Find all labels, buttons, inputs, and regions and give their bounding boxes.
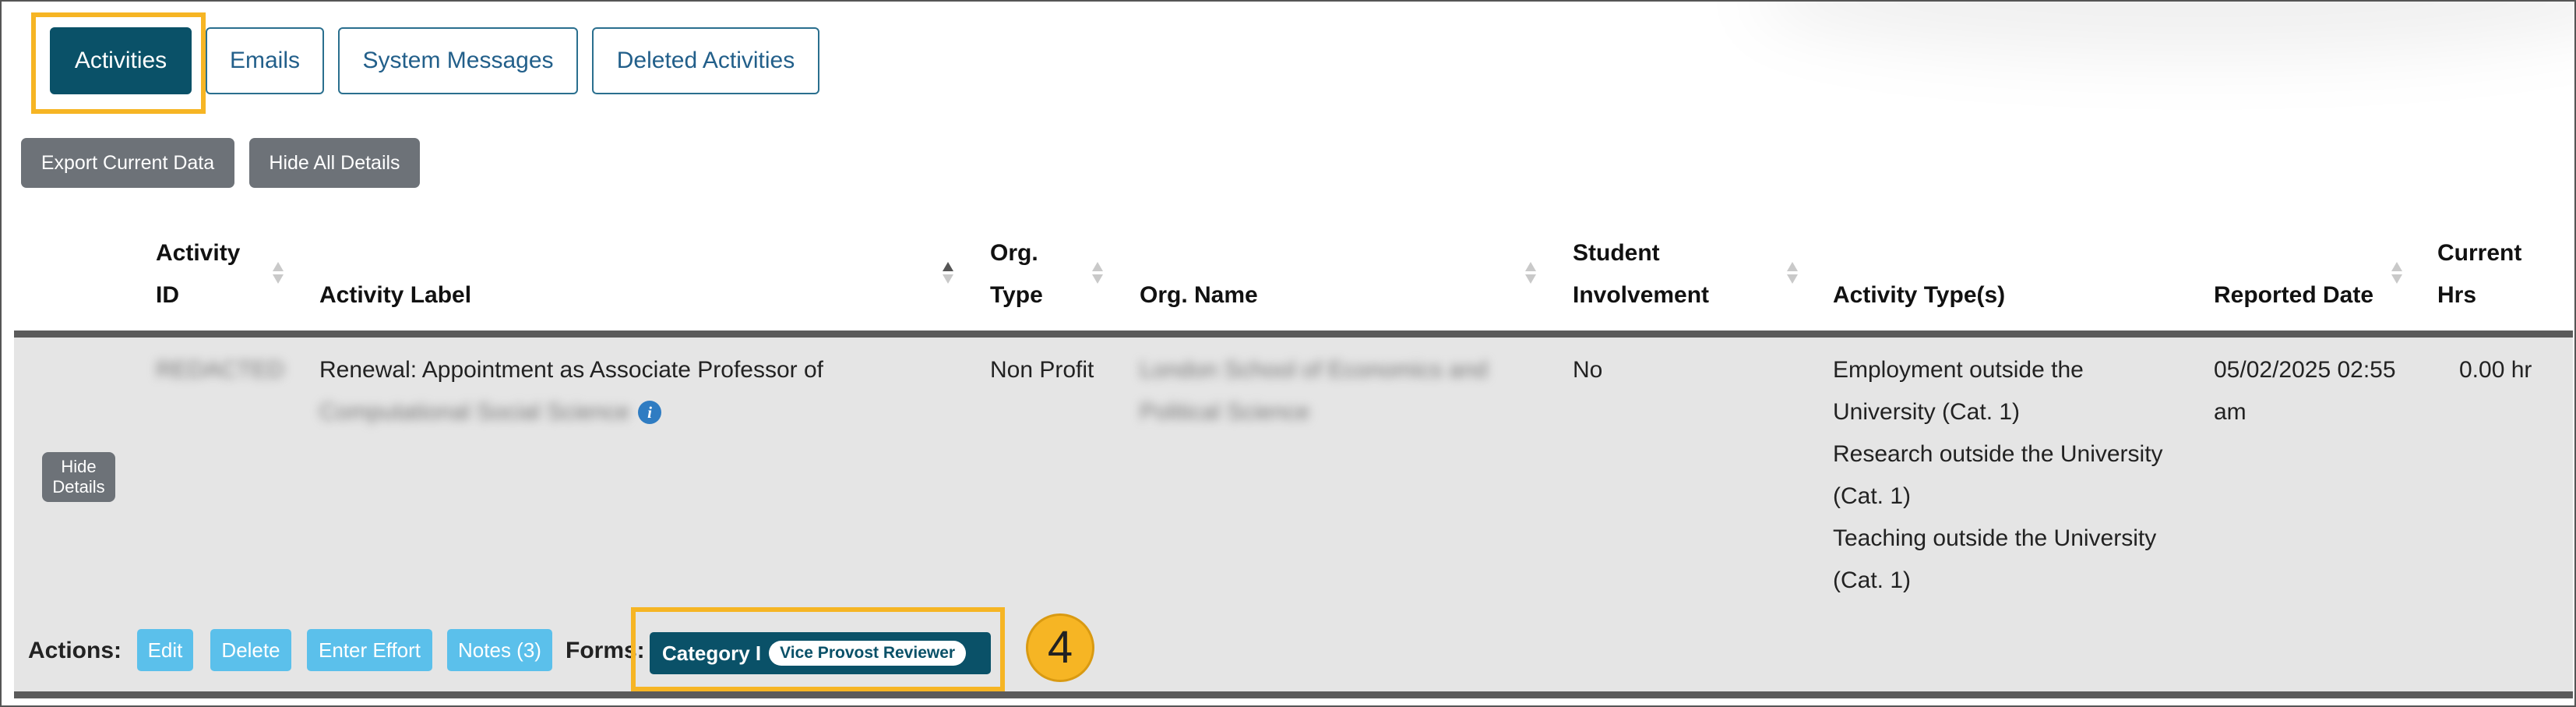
header-org-type-line1: Org. [990, 240, 1038, 266]
notes-button[interactable]: Notes (3) [447, 629, 552, 671]
enter-effort-button[interactable]: Enter Effort [307, 629, 432, 671]
sort-icon-activity-label[interactable] [943, 262, 953, 287]
header-reported-date[interactable]: Reported Date [2214, 274, 2373, 316]
sort-icon-reported-date[interactable] [2391, 262, 2402, 287]
cell-activity-label-line2: Computational Social Science [319, 399, 630, 425]
activity-type-line: (Cat. 1) [1833, 483, 1912, 509]
reported-date-line1: 05/02/2025 02:55 [2214, 357, 2396, 383]
row-bottom-divider [14, 691, 2573, 698]
header-current-hrs-line2: Hrs [2437, 282, 2477, 308]
cell-activity-id: REDACTED [156, 357, 285, 383]
hide-all-details-button[interactable]: Hide All Details [249, 138, 420, 188]
cell-activity-types: Employment outside the University (Cat. … [1833, 349, 2163, 602]
cell-student-involvement: No [1573, 357, 1603, 383]
reported-date-line2: am [2214, 399, 2247, 425]
header-current-hrs-line1: Current [2437, 240, 2522, 266]
hide-details-button[interactable]: Hide Details [42, 452, 115, 502]
cell-current-hrs: 0.00 hr [2459, 357, 2532, 383]
sort-icon-activity-id[interactable] [273, 262, 284, 287]
header-activity-id-line1: Activity [156, 240, 241, 266]
decorative-shadow [1754, 2, 2574, 56]
header-divider [14, 331, 2573, 338]
header-student-involvement[interactable]: Student Involvement [1573, 232, 1709, 316]
activity-type-line: Employment outside the [1833, 357, 2084, 383]
activity-type-line: Teaching outside the University [1833, 525, 2157, 551]
actions-label: Actions: [28, 638, 122, 663]
cell-org-name-line1: London School of Economics and [1140, 357, 1488, 383]
header-activity-label[interactable]: Activity Label [319, 274, 471, 316]
tab-deleted-activities[interactable]: Deleted Activities [592, 27, 819, 94]
hide-details-line1: Hide [61, 457, 97, 476]
activity-type-line: University (Cat. 1) [1833, 399, 2021, 425]
header-org-type-line2: Type [990, 282, 1043, 308]
header-org-name[interactable]: Org. Name [1140, 274, 1258, 316]
delete-button[interactable]: Delete [210, 629, 291, 671]
cell-activity-label: Renewal: Appointment as Associate Profes… [319, 357, 824, 383]
cell-org-name-line2: Political Science [1140, 399, 1310, 425]
step-number-badge: 4 [1026, 613, 1094, 682]
header-activity-id-line2: ID [156, 282, 179, 308]
header-activity-id[interactable]: Activity ID [156, 232, 240, 316]
header-current-hrs[interactable]: Current Hrs [2437, 232, 2521, 316]
cell-reported-date: 05/02/2025 02:55 am [2214, 349, 2396, 433]
page-frame: Activities Emails System Messages Delete… [0, 0, 2576, 707]
header-org-type[interactable]: Org. Type [990, 232, 1043, 316]
vice-provost-reviewer-badge: Vice Provost Reviewer [769, 641, 967, 666]
activity-type-line: Research outside the University [1833, 441, 2163, 467]
export-current-data-button[interactable]: Export Current Data [21, 138, 234, 188]
tab-system-messages[interactable]: System Messages [338, 27, 578, 94]
category-form-button[interactable]: Category I Vice Provost Reviewer [650, 632, 991, 674]
header-student-involvement-line1: Student [1573, 240, 1660, 266]
sort-icon-org-type[interactable] [1092, 262, 1103, 287]
cell-org-type: Non Profit [990, 357, 1094, 383]
header-student-involvement-line2: Involvement [1573, 282, 1710, 308]
sort-icon-org-name[interactable] [1525, 262, 1536, 287]
form-name: Category I [662, 641, 762, 665]
sort-icon-student-involvement[interactable] [1787, 262, 1798, 287]
info-icon[interactable]: i [638, 401, 661, 424]
forms-label: Forms: [566, 638, 645, 663]
tab-activities[interactable]: Activities [50, 27, 192, 94]
header-activity-types[interactable]: Activity Type(s) [1833, 274, 2005, 316]
activity-type-line: (Cat. 1) [1833, 567, 1912, 593]
edit-button[interactable]: Edit [137, 629, 193, 671]
hide-details-line2: Details [52, 477, 105, 497]
tab-emails[interactable]: Emails [206, 27, 324, 94]
